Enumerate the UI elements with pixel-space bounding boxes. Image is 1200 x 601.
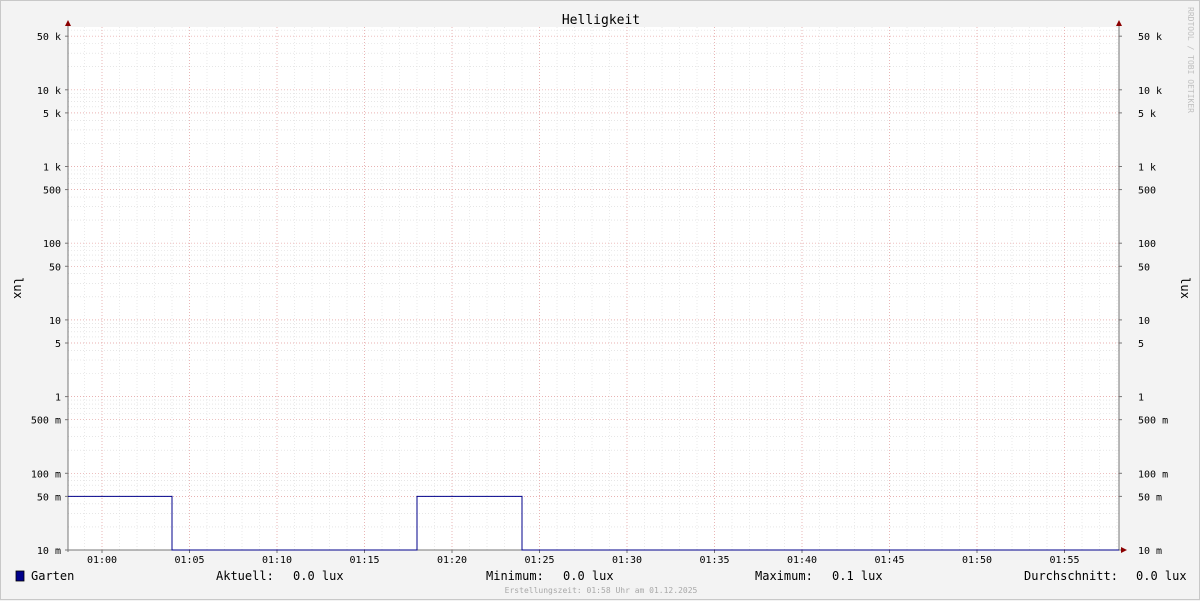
- legend-series-name: Garten: [31, 569, 74, 583]
- legend-stat-label-maximum: Maximum:: [755, 569, 813, 583]
- legend-stat-value-average: 0.0 lux: [1136, 569, 1187, 583]
- x-axis-arrow: [1121, 547, 1127, 553]
- y-tick-label-right: 500: [1138, 186, 1156, 197]
- y-tick-label-left: 500 m: [31, 416, 61, 427]
- y-tick-label-left: 1 k: [43, 163, 61, 174]
- y-tick-label-left: 50 m: [37, 492, 61, 503]
- y-tick-label-left: 10: [49, 316, 61, 327]
- legend-stat-label-current: Aktuell:: [216, 569, 274, 583]
- legend-stat-value-minimum: 0.0 lux: [563, 569, 614, 583]
- y-tick-label-left: 10 k: [37, 86, 61, 97]
- y-tick-label-left: 500: [43, 186, 61, 197]
- x-tick-label: 01:35: [699, 555, 729, 566]
- y-axis-arrow-right: [1116, 20, 1122, 26]
- y-tick-labels-left: 50 k 10 k 5 k 1 k 500 100 50 10 5 1 500 m 100 m 50 m…: [31, 32, 61, 557]
- y-tick-label-left: 1: [55, 393, 61, 404]
- watermark: RRDTOOL / TOBI OETIKER: [1186, 7, 1195, 113]
- x-tick-label: 01:50: [962, 555, 992, 566]
- y-tick-label-left: 5 k: [43, 109, 61, 120]
- legend-swatch: [15, 570, 25, 582]
- x-tick-label: 01:00: [87, 555, 117, 566]
- x-tick-label: 01:15: [349, 555, 379, 566]
- x-tick-label: 01:10: [262, 555, 292, 566]
- x-tick-labels: 01:00 01:05 01:10 01:15 01:20 01:25 01:30 01:35…: [87, 555, 1080, 566]
- y-tick-label-right: 10 m: [1138, 546, 1162, 557]
- y-tick-label-left: 100: [43, 239, 61, 250]
- x-tick-label: 01:30: [612, 555, 642, 566]
- y-tick-labels-right: 50 k 10 k 5 k 1 k 500 100 50 10 5 1 500 m 100 m 50 m…: [1138, 32, 1168, 557]
- legend-stat-value-maximum: 0.1 lux: [832, 569, 883, 583]
- legend-stat-value-current: 0.0 lux: [293, 569, 344, 583]
- y-axis-label-left: lux: [11, 277, 25, 299]
- legend-stat-label-average: Durchschnitt:: [1024, 569, 1118, 583]
- y-axis-arrow-left: [65, 20, 71, 26]
- chart-title: Helligkeit: [562, 13, 640, 28]
- y-tick-label-right: 1: [1138, 393, 1144, 404]
- y-axis-label-right: lux: [1178, 277, 1192, 299]
- legend-stat-label-minimum: Minimum:: [486, 569, 544, 583]
- x-tick-label: 01:55: [1049, 555, 1079, 566]
- x-tick-label: 01:25: [524, 555, 554, 566]
- y-tick-label-right: 5 k: [1138, 109, 1156, 120]
- y-tick-label-right: 100 m: [1138, 469, 1168, 480]
- y-tick-label-right: 10 k: [1138, 86, 1162, 97]
- x-tick-label: 01:05: [174, 555, 204, 566]
- y-tick-label-right: 100: [1138, 239, 1156, 250]
- y-tick-label-right: 50 m: [1138, 492, 1162, 503]
- y-tick-label-left: 50 k: [37, 32, 61, 43]
- y-tick-label-left: 5: [55, 339, 61, 350]
- chart-svg: 50 k 10 k 5 k 1 k 500 100 50 10 5 1 500 m 100 m 50 m…: [11, 7, 1195, 595]
- plot-area: [68, 27, 1119, 550]
- y-tick-label-right: 10: [1138, 316, 1150, 327]
- x-tick-label: 01:45: [874, 555, 904, 566]
- y-tick-label-right: 500 m: [1138, 416, 1168, 427]
- y-tick-label-right: 50 k: [1138, 32, 1162, 43]
- x-tick-label: 01:40: [787, 555, 817, 566]
- y-tick-label-right: 1 k: [1138, 163, 1156, 174]
- y-tick-label-left: 10 m: [37, 546, 61, 557]
- y-tick-label-left: 50: [49, 262, 61, 273]
- chart-frame: 50 k 10 k 5 k 1 k 500 100 50 10 5 1 500 m 100 m 50 m…: [0, 0, 1200, 600]
- x-tick-label: 01:20: [437, 555, 467, 566]
- y-tick-label-right: 50: [1138, 262, 1150, 273]
- y-tick-label-right: 5: [1138, 339, 1144, 350]
- footer-timestamp: Erstellungszeit: 01:58 Uhr am 01.12.2025: [505, 586, 698, 595]
- y-tick-label-left: 100 m: [31, 469, 61, 480]
